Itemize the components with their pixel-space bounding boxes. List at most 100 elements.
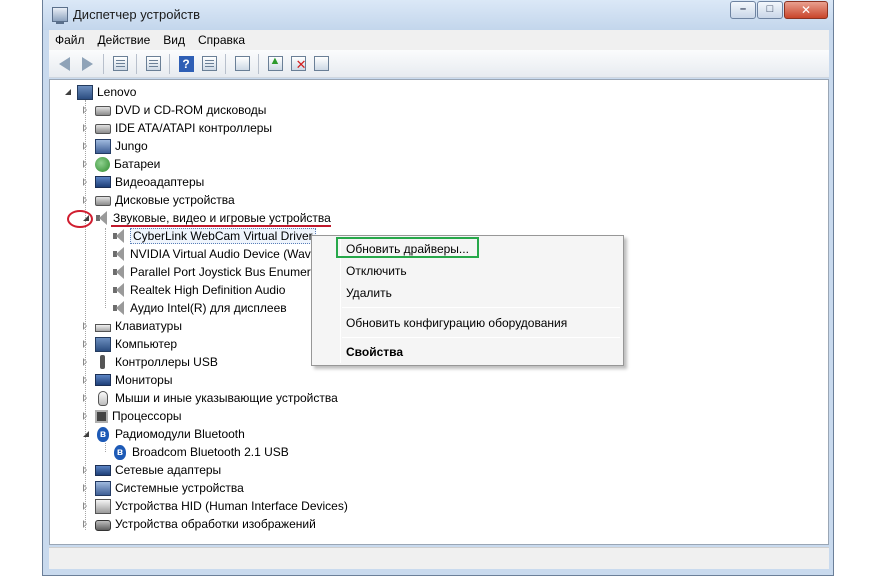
scan-hardware-button[interactable] [231, 53, 253, 75]
tree-item-label: Звуковые, видео и игровые устройства [113, 211, 331, 225]
context-menu-scan-hardware[interactable]: Обновить конфигурацию оборудования [314, 313, 621, 333]
tree-device-broadcom[interactable]: ʙ Broadcom Bluetooth 2.1 USB [112, 443, 289, 461]
tree-item-keyboards[interactable]: Клавиатуры [81, 317, 182, 335]
tree-root-label: Lenovo [97, 85, 137, 99]
context-menu-uninstall[interactable]: Удалить [314, 283, 621, 303]
uninstall-button[interactable]: ✕ [287, 53, 309, 75]
tree-item-label: Мониторы [115, 373, 173, 387]
disk-icon [95, 196, 111, 206]
context-menu-properties[interactable]: Свойства [314, 342, 621, 362]
tree-item-label: Контроллеры USB [115, 355, 218, 369]
minimize-button[interactable]: – [730, 1, 756, 19]
window-controls: – □ ✕ [729, 1, 828, 19]
back-button[interactable] [53, 53, 75, 75]
tree-root[interactable]: Lenovo [63, 83, 136, 101]
expand-arrow-icon[interactable] [81, 339, 91, 349]
speaker-icon [112, 264, 126, 280]
tree-item-mice[interactable]: Мыши и иные указывающие устройства [81, 389, 338, 407]
disable-button[interactable] [310, 53, 332, 75]
tree-device-label: Realtek High Definition Audio [130, 283, 286, 297]
speaker-icon [95, 210, 109, 226]
tree-item-bluetooth[interactable]: ʙ Радиомодули Bluetooth [81, 425, 245, 443]
tree-item-network[interactable]: Сетевые адаптеры [81, 461, 221, 479]
tree-item-jungo[interactable]: Jungo [81, 137, 148, 155]
battery-icon [95, 156, 110, 172]
collapse-arrow-icon[interactable] [81, 429, 91, 439]
expand-arrow-icon[interactable] [81, 483, 91, 493]
tree-item-label: Радиомодули Bluetooth [115, 427, 245, 441]
bluetooth-icon: ʙ [114, 444, 126, 460]
menu-file[interactable]: Файл [49, 33, 91, 47]
tree-item-dvd[interactable]: DVD и CD-ROM дисководы [81, 101, 266, 119]
update-driver-button[interactable]: ▲ [264, 53, 286, 75]
close-button[interactable]: ✕ [784, 1, 828, 19]
expand-arrow-icon[interactable] [81, 105, 91, 115]
tree-device-cyberlink[interactable]: CyberLink WebCam Virtual Driver [112, 227, 316, 245]
menu-action[interactable]: Действие [92, 33, 157, 47]
tree-item-ide[interactable]: IDE ATA/ATAPI контроллеры [81, 119, 272, 137]
tree-item-computer[interactable]: Компьютер [81, 335, 177, 353]
expand-arrow-icon[interactable] [81, 375, 91, 385]
menu-view[interactable]: Вид [157, 33, 191, 47]
toolbar-separator [103, 53, 104, 74]
annotation-circle [67, 210, 93, 228]
tree-item-usb[interactable]: Контроллеры USB [81, 353, 218, 371]
expand-arrow-icon[interactable] [81, 141, 91, 151]
tree-device-intel-audio[interactable]: Аудио Intel(R) для дисплеев [112, 299, 287, 317]
expand-arrow-icon[interactable] [81, 321, 91, 331]
minimize-icon: – [739, 3, 747, 15]
help-button[interactable]: ? [175, 53, 197, 75]
expand-arrow-icon[interactable] [81, 357, 91, 367]
expand-arrow-icon[interactable] [81, 411, 91, 421]
computer-icon [95, 336, 111, 352]
tree-connector [105, 228, 106, 308]
hid-icon [95, 498, 111, 514]
expand-arrow-icon[interactable] [81, 519, 91, 529]
scan-hardware-icon [234, 56, 250, 71]
title-bar[interactable]: Диспетчер устройств – □ ✕ [43, 0, 833, 30]
expand-arrow-icon[interactable] [81, 393, 91, 403]
mouse-icon [98, 390, 108, 406]
imaging-device-icon [95, 519, 111, 531]
forward-button[interactable] [76, 53, 98, 75]
context-menu-separator [342, 307, 620, 308]
tree-device-nvidia-audio[interactable]: NVIDIA Virtual Audio Device (Wav [112, 245, 311, 263]
action-pane-button[interactable] [198, 53, 220, 75]
tree-device-label: Parallel Port Joystick Bus Enumera [130, 265, 318, 279]
tree-item-disk-drives[interactable]: Дисковые устройства [81, 191, 235, 209]
tree-item-label: Устройства обработки изображений [115, 517, 316, 531]
console-tree-button[interactable] [142, 53, 164, 75]
tree-item-processors[interactable]: Процессоры [81, 407, 182, 425]
properties-pane-icon [112, 56, 128, 71]
keyboard-icon [95, 324, 111, 332]
speaker-icon [112, 246, 126, 262]
network-adapter-icon [95, 464, 111, 476]
tree-item-imaging[interactable]: Устройства обработки изображений [81, 515, 316, 533]
uninstall-icon: ✕ [290, 56, 307, 72]
tree-item-label: Устройства HID (Human Interface Devices) [115, 499, 348, 513]
expand-arrow-icon[interactable] [81, 123, 91, 133]
tree-item-monitors[interactable]: Мониторы [81, 371, 172, 389]
action-pane-icon [201, 56, 217, 71]
usb-icon [100, 355, 105, 369]
expand-arrow-icon[interactable] [81, 195, 91, 205]
maximize-button[interactable]: □ [757, 1, 783, 19]
tree-item-batteries[interactable]: Батареи [81, 155, 160, 173]
expand-arrow-icon[interactable] [81, 465, 91, 475]
context-menu-disable[interactable]: Отключить [314, 261, 621, 281]
tree-device-joystick[interactable]: Parallel Port Joystick Bus Enumera [112, 263, 317, 281]
properties-pane-button[interactable] [109, 53, 131, 75]
expand-arrow-icon[interactable] [81, 159, 91, 169]
expand-arrow-icon[interactable] [81, 501, 91, 511]
menu-help[interactable]: Справка [192, 33, 251, 47]
tree-item-hid[interactable]: Устройства HID (Human Interface Devices) [81, 497, 348, 515]
tree-item-label: Клавиатуры [115, 319, 182, 333]
expand-arrow-icon[interactable] [81, 177, 91, 187]
tree-item-display-adapters[interactable]: Видеоадаптеры [81, 173, 204, 191]
collapse-arrow-icon[interactable] [63, 87, 73, 97]
tree-item-label: Батареи [114, 157, 161, 171]
tree-device-realtek[interactable]: Realtek High Definition Audio [112, 281, 285, 299]
tree-item-label: Мыши и иные указывающие устройства [115, 391, 338, 405]
menu-bar: Файл Действие Вид Справка [49, 30, 829, 50]
tree-item-system[interactable]: Системные устройства [81, 479, 244, 497]
